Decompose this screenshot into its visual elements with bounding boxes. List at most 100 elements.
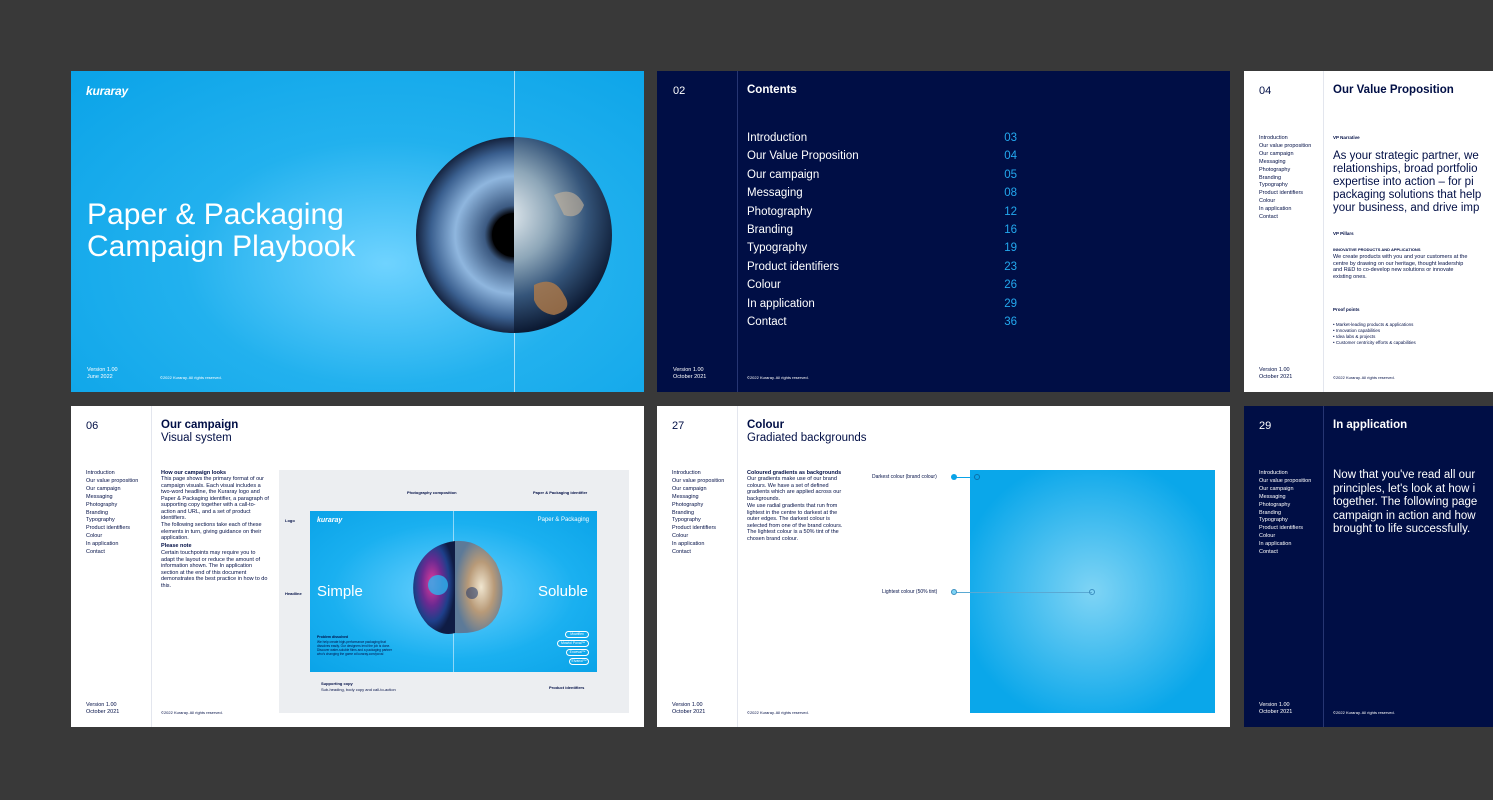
side-nav-item[interactable]: Photography bbox=[672, 502, 724, 510]
eye-earth-illustration bbox=[416, 137, 612, 333]
side-nav-item[interactable]: Product identifiers bbox=[672, 525, 724, 533]
side-nav-item[interactable]: In application bbox=[86, 541, 138, 549]
cover-slide[interactable]: kuraray Paper & Packaging Campaign Playb… bbox=[71, 71, 644, 392]
vp-pillars-label: VP Pillars bbox=[1333, 231, 1354, 236]
lightest-marker-dot bbox=[951, 589, 957, 595]
side-nav-item[interactable]: Introduction bbox=[672, 470, 724, 478]
visual-headline-word-2: Soluble bbox=[537, 583, 588, 600]
side-nav-item[interactable]: Contact bbox=[86, 549, 138, 557]
cover-title-line-2: Campaign Playbook bbox=[87, 230, 356, 263]
side-nav-item[interactable]: Typography bbox=[86, 517, 138, 525]
side-nav-item[interactable]: Typography bbox=[672, 517, 724, 525]
side-nav-item[interactable]: Our campaign bbox=[1259, 486, 1311, 494]
side-nav-item[interactable]: Colour bbox=[86, 533, 138, 541]
side-nav-item[interactable]: Contact bbox=[1259, 549, 1311, 557]
contents-item-label: Our campaign bbox=[747, 168, 820, 181]
contents-item[interactable]: Introduction 03 bbox=[747, 132, 1017, 150]
side-nav-item[interactable]: Branding bbox=[86, 510, 138, 518]
body-paragraph-1: Our gradients make use of our brand colo… bbox=[747, 476, 842, 502]
side-nav-item[interactable]: Product identifiers bbox=[86, 525, 138, 533]
version: Version 1.00 bbox=[673, 367, 704, 373]
page-subtitle: Visual system bbox=[161, 432, 232, 444]
contents-item-page: 36 bbox=[1004, 316, 1017, 328]
intro-line: together. The following page bbox=[1333, 496, 1478, 509]
side-nav-item[interactable]: Messaging bbox=[672, 494, 724, 502]
in-application-slide[interactable]: 29 In application Introduction Our value … bbox=[1244, 406, 1493, 727]
contents-item-label: Introduction bbox=[747, 132, 808, 144]
side-nav-item[interactable]: Our campaign bbox=[86, 486, 138, 494]
side-nav-item[interactable]: Introduction bbox=[86, 470, 138, 478]
column-divider bbox=[737, 71, 738, 392]
page-subtitle: Gradiated backgrounds bbox=[747, 432, 867, 444]
note-heading: Please note bbox=[161, 543, 192, 549]
side-nav-item[interactable]: Photography bbox=[1259, 167, 1311, 175]
page-title: Contents bbox=[747, 84, 797, 96]
side-nav-item[interactable]: Colour bbox=[672, 533, 724, 541]
darkest-colour-label: Darkest colour (brand colour) bbox=[872, 474, 937, 480]
side-nav-item[interactable]: Contact bbox=[1259, 214, 1311, 222]
contents-item-page: 04 bbox=[1004, 150, 1017, 163]
side-nav-item[interactable]: Typography bbox=[1259, 182, 1311, 190]
side-nav-item[interactable]: Our value proposition bbox=[1259, 478, 1311, 486]
side-nav-item[interactable]: Branding bbox=[1259, 510, 1311, 518]
side-nav-item[interactable]: Messaging bbox=[1259, 494, 1311, 502]
contents-item-page: 23 bbox=[1004, 260, 1017, 273]
contents-item[interactable]: Typography 19 bbox=[747, 242, 1017, 260]
side-nav-item[interactable]: Our campaign bbox=[672, 486, 724, 494]
side-nav-item[interactable]: Product identifiers bbox=[1259, 525, 1311, 533]
side-nav-item[interactable]: Messaging bbox=[86, 494, 138, 502]
contents-item-label: Contact bbox=[747, 316, 787, 328]
contents-item[interactable]: Contact 36 bbox=[747, 316, 1017, 334]
side-nav-item[interactable]: Contact bbox=[672, 549, 724, 557]
contents-item-page: 29 bbox=[1004, 297, 1017, 310]
side-nav-item[interactable]: In application bbox=[672, 541, 724, 549]
side-nav-item[interactable]: Our value proposition bbox=[86, 478, 138, 486]
narrative-line: relationships, broad portfolio bbox=[1333, 163, 1478, 175]
page-title: Our campaign bbox=[161, 419, 239, 431]
side-nav-item[interactable]: Our value proposition bbox=[1259, 143, 1311, 151]
narrative-line: packaging solutions that help bbox=[1333, 189, 1482, 201]
side-nav-item[interactable]: Colour bbox=[1259, 533, 1311, 541]
value-proposition-slide[interactable]: 04 Our Value Proposition Introduction Our… bbox=[1244, 71, 1493, 392]
side-nav-item[interactable]: In application bbox=[1259, 206, 1311, 214]
side-nav-item[interactable]: Introduction bbox=[1259, 470, 1311, 478]
side-nav: Introduction Our value proposition Our cam… bbox=[86, 470, 138, 557]
side-nav-item[interactable]: Branding bbox=[1259, 175, 1311, 183]
side-nav-item[interactable]: Photography bbox=[1259, 502, 1311, 510]
contents-item[interactable]: Colour 26 bbox=[747, 279, 1017, 297]
side-nav-item[interactable]: In application bbox=[1259, 541, 1311, 549]
page-number: 04 bbox=[1259, 85, 1272, 97]
campaign-slide[interactable]: 06 Our campaign Visual system Introducti… bbox=[71, 406, 644, 727]
product-pill-2: Mowiol Poval™ bbox=[557, 640, 589, 647]
contents-item[interactable]: Messaging 08 bbox=[747, 187, 1017, 205]
side-nav-item[interactable]: Colour bbox=[1259, 198, 1311, 206]
copyright: ©2022 Kuraray. All rights reserved. bbox=[747, 710, 809, 715]
contents-item-label: Our Value Proposition bbox=[747, 150, 859, 163]
copyright: ©2022 Kuraray. All rights reserved. bbox=[161, 710, 223, 715]
side-nav-item[interactable]: Photography bbox=[86, 502, 138, 510]
side-nav-item[interactable]: Our value proposition bbox=[672, 478, 724, 486]
side-nav-item[interactable]: Introduction bbox=[1259, 135, 1311, 143]
side-nav-item[interactable]: Product identifiers bbox=[1259, 190, 1311, 198]
side-nav-item[interactable]: Branding bbox=[672, 510, 724, 518]
page-title: Our Value Proposition bbox=[1333, 84, 1454, 96]
colour-slide[interactable]: 27 Colour Gradiated backgrounds Introduc… bbox=[657, 406, 1230, 727]
label-photography: Photography composition bbox=[407, 490, 457, 495]
side-nav-item[interactable]: Our campaign bbox=[1259, 151, 1311, 159]
contents-item[interactable]: In application 29 bbox=[747, 298, 1017, 316]
contents-item[interactable]: Product identifiers 23 bbox=[747, 261, 1017, 279]
date: October 2021 bbox=[86, 709, 120, 715]
pillar-body: We create products with you and your cus… bbox=[1333, 254, 1468, 280]
contents-item-label: Branding bbox=[747, 224, 794, 236]
visual-copy-body: We help create high-performance packagin… bbox=[317, 640, 392, 656]
contents-item[interactable]: Our Value Proposition 04 bbox=[747, 150, 1017, 168]
contents-item[interactable]: Our campaign 05 bbox=[747, 169, 1017, 187]
product-illustration bbox=[413, 540, 503, 634]
label-identifier: Paper & Packaging identifier bbox=[533, 490, 588, 495]
side-nav-item[interactable]: Messaging bbox=[1259, 159, 1311, 167]
contents-item[interactable]: Branding 16 bbox=[747, 224, 1017, 242]
page-title: Colour bbox=[747, 419, 785, 431]
kuraray-logo: kuraray bbox=[86, 84, 128, 98]
side-nav-item[interactable]: Typography bbox=[1259, 517, 1311, 525]
contents-item[interactable]: Photography 12 bbox=[747, 206, 1017, 224]
